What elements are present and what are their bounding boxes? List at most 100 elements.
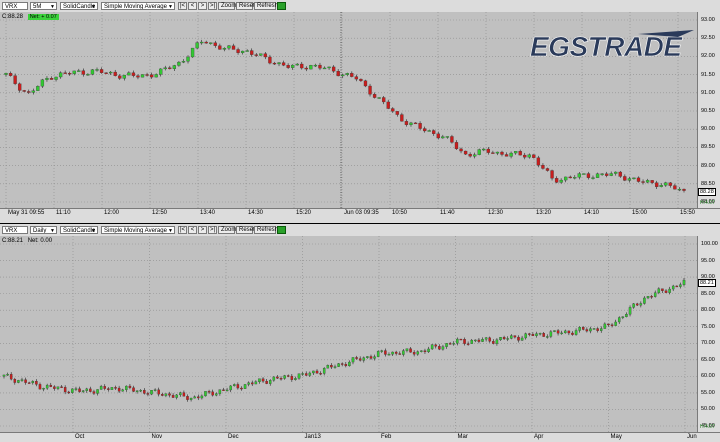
candle-body <box>527 154 531 158</box>
candle-body <box>466 343 470 345</box>
candle-body <box>8 72 13 76</box>
candle-body <box>132 387 135 392</box>
candle-body <box>146 393 150 395</box>
candle-body <box>520 337 524 341</box>
candle-body <box>673 185 677 190</box>
candle-body <box>577 173 581 178</box>
candle-body <box>549 331 553 337</box>
last-page-button[interactable]: >| <box>208 2 217 10</box>
x-tick-label: Jun <box>687 434 697 440</box>
candle-body <box>405 348 409 351</box>
refresh-button[interactable]: Refresh <box>254 226 278 234</box>
last-close: C:88.28 <box>2 14 24 20</box>
chevron-down-icon: ▼ <box>50 228 55 234</box>
first-page-button[interactable]: |< <box>178 226 187 234</box>
candle-body <box>659 185 663 187</box>
candle-body <box>227 45 231 49</box>
candle-body <box>109 71 113 74</box>
candle-body <box>645 180 650 183</box>
candle-body <box>391 108 395 112</box>
x-tick-label: Jan13 <box>304 434 321 440</box>
last-page-button[interactable]: >| <box>208 226 217 234</box>
reset-button[interactable]: Reset <box>236 226 255 234</box>
candle-body <box>550 170 554 179</box>
candle-body <box>582 326 585 330</box>
candle-body <box>213 42 217 46</box>
candle-body <box>171 395 175 398</box>
candle-body <box>668 182 672 186</box>
candle-body <box>209 42 213 44</box>
candle-body <box>204 391 207 397</box>
candle-body <box>104 72 108 74</box>
candle-body <box>35 381 38 385</box>
chevron-down-icon: ▼ <box>168 228 173 234</box>
candle-body <box>309 65 313 70</box>
candle-body <box>218 45 222 50</box>
prev-page-button[interactable]: < <box>188 226 197 234</box>
candle-body <box>297 373 301 379</box>
candle-body <box>20 379 24 381</box>
candle-body <box>671 285 675 290</box>
candle-body <box>71 388 74 393</box>
x-tick-label: 12:00 <box>104 210 120 216</box>
refresh-button[interactable]: Refresh <box>254 2 278 10</box>
candle-body <box>13 75 17 84</box>
candle-body <box>677 188 682 191</box>
candle-body <box>409 348 412 353</box>
candle-body <box>163 67 167 70</box>
candle-body <box>528 333 531 335</box>
next-page-button[interactable]: > <box>198 226 207 234</box>
candle-body <box>283 375 286 379</box>
candle-body <box>22 90 26 92</box>
next-page-button[interactable]: > <box>198 2 207 10</box>
candle-body <box>354 76 359 80</box>
candle-body <box>276 376 279 379</box>
daily-info: C:88.21 Net: 0.00 <box>2 238 52 244</box>
first-page-button[interactable]: |< <box>178 2 187 10</box>
x-tick-label: 12:50 <box>152 210 168 216</box>
study-select[interactable]: Simple Moving Average ▼ <box>101 2 175 10</box>
symbol-input[interactable]: VRX <box>2 226 28 234</box>
candle-body <box>193 396 196 399</box>
chevron-down-icon: ▼ <box>91 4 96 10</box>
daily-plot-area[interactable]: C:88.21 Net: 0.00 <box>0 236 697 432</box>
candle-body <box>484 337 488 340</box>
y-tick-label: 70.00 <box>701 340 715 347</box>
interval-select[interactable]: Daily ▼ <box>30 226 57 234</box>
x-tick-label: 12:30 <box>488 210 504 216</box>
candle-body <box>157 389 160 395</box>
chevron-down-icon: ▼ <box>50 4 55 10</box>
prev-page-button[interactable]: < <box>188 2 197 10</box>
zoom-button[interactable]: Zoom <box>218 226 236 234</box>
x-tick-label: 15:00 <box>632 210 648 216</box>
candle-body <box>427 130 431 132</box>
candle-body <box>179 392 182 396</box>
candle-body <box>452 343 455 345</box>
candle-body <box>207 391 211 393</box>
candle-body <box>254 54 258 56</box>
export-button[interactable] <box>277 226 286 234</box>
zoom-button[interactable]: Zoom <box>218 2 236 10</box>
candle-body <box>168 393 171 396</box>
study-select[interactable]: Simple Moving Average ▼ <box>101 226 175 234</box>
candle-body <box>432 130 436 134</box>
candle-body <box>89 388 92 392</box>
chart-style-select[interactable]: SolidCandle ▼ <box>60 226 98 234</box>
candle-body <box>31 90 35 93</box>
intraday-price-axis: 93.00 92.50 92.00 91.50 91.00 90.50 90.00 89.50… <box>697 12 720 208</box>
y-tick-label: 90.00 <box>701 126 715 133</box>
candle-body <box>546 336 549 338</box>
candle-body <box>240 50 245 53</box>
export-button[interactable] <box>277 2 286 10</box>
candle-body <box>58 72 63 78</box>
candle-body <box>261 378 265 382</box>
candle-body <box>197 396 200 399</box>
symbol-input[interactable]: VRX <box>2 2 28 10</box>
candle-body <box>382 97 386 103</box>
chart-style-select[interactable]: SolidCandle ▼ <box>60 2 98 10</box>
y-tick-label: 91.50 <box>701 71 715 78</box>
interval-select[interactable]: 5M ▼ <box>30 2 57 10</box>
intraday-plot-area[interactable]: C:88.28 Net: + 0.07 EGSTRADE <box>0 12 697 208</box>
candle-body <box>117 387 121 392</box>
reset-button[interactable]: Reset <box>236 2 255 10</box>
